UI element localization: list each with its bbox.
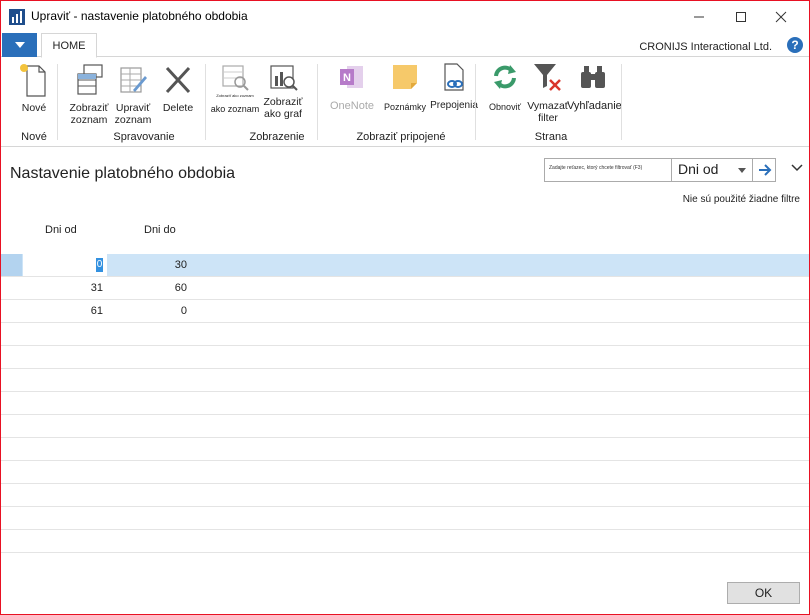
- selected-cell-text[interactable]: 0: [96, 258, 103, 272]
- refresh-button[interactable]: Obnoviť: [483, 62, 527, 113]
- group-label-zobrazenie: Zobrazenie: [249, 131, 305, 143]
- delete-button[interactable]: Delete: [157, 62, 199, 114]
- onenote-button[interactable]: N OneNote: [325, 62, 379, 112]
- view-as-list-button[interactable]: Zobraziť ako zoznam ako zoznam: [209, 62, 261, 115]
- cell-dni-do[interactable]: 0: [109, 305, 187, 317]
- group-separator: [621, 64, 622, 140]
- column-header-dni-do[interactable]: Dni do: [144, 224, 176, 236]
- caret-down-icon: [14, 42, 25, 48]
- filter-box: Zadajte reťazec, ktorý chcete filtrovať …: [544, 158, 776, 182]
- cell-dni-od[interactable]: 31: [23, 282, 103, 294]
- chevron-down-icon: [738, 168, 746, 173]
- notes-button[interactable]: Poznámky: [381, 62, 429, 113]
- collapse-chevron-icon[interactable]: [791, 164, 803, 172]
- empty-row[interactable]: [1, 484, 809, 507]
- row-selector[interactable]: [1, 254, 22, 276]
- arrow-right-icon: [759, 164, 772, 176]
- new-button[interactable]: Nové: [15, 62, 53, 114]
- empty-row[interactable]: [1, 369, 809, 392]
- window-title: Upraviť - nastavenie platobného obdobia: [31, 9, 248, 23]
- app-chart-icon: [9, 9, 25, 25]
- data-grid: 0 30 31 60 61 0: [1, 254, 809, 553]
- onenote-icon: N: [340, 66, 363, 88]
- filter-status-text: Nie sú použité žiadne filtre: [682, 194, 800, 205]
- group-label-zobrazit-pripojene: Zobraziť pripojené: [356, 131, 446, 143]
- edit-list-icon: [120, 67, 147, 93]
- clear-filter-icon: [534, 64, 561, 91]
- group-label-spravovanie: Spravovanie: [113, 131, 175, 143]
- view-chart-magnifier-icon: [270, 65, 298, 91]
- links-button[interactable]: Prepojenia: [429, 62, 479, 112]
- tab-home[interactable]: HOME: [41, 33, 97, 58]
- table-row[interactable]: 31 60: [1, 277, 809, 300]
- refresh-icon: [494, 65, 516, 89]
- new-document-icon: [20, 64, 46, 97]
- filter-input[interactable]: Zadajte reťazec, ktorý chcete filtrovať …: [549, 165, 642, 171]
- cell-dni-od[interactable]: 61: [23, 305, 103, 317]
- empty-row[interactable]: [1, 392, 809, 415]
- link-document-icon: [444, 63, 464, 91]
- file-menu-button[interactable]: [2, 33, 37, 57]
- show-list-button[interactable]: Zobraziť zoznam: [65, 62, 113, 126]
- group-label-nove: Nové: [21, 131, 47, 143]
- svg-text:N: N: [343, 72, 351, 84]
- close-icon: [775, 11, 787, 22]
- group-separator: [57, 64, 58, 140]
- close-button[interactable]: [763, 1, 799, 32]
- empty-row[interactable]: [1, 461, 809, 484]
- empty-row[interactable]: [1, 323, 809, 346]
- empty-row[interactable]: [1, 530, 809, 553]
- delete-x-icon: [165, 66, 191, 94]
- group-separator: [205, 64, 206, 140]
- empty-row[interactable]: [1, 507, 809, 530]
- empty-row[interactable]: [1, 346, 809, 369]
- clear-filter-button[interactable]: Vymazať filter: [527, 62, 569, 124]
- ribbon-tab-strip: HOME CRONIJS Interactional Ltd. ?: [1, 32, 809, 58]
- apply-filter-button[interactable]: [752, 158, 777, 182]
- page-title: Nastavenie platobného obdobia: [10, 165, 236, 182]
- column-header-dni-od[interactable]: Dni od: [45, 224, 77, 236]
- company-name[interactable]: CRONIJS Interactional Ltd.: [639, 41, 772, 53]
- group-label-strana: Strana: [534, 131, 568, 143]
- maximize-icon: [736, 11, 746, 22]
- sticky-note-icon: [393, 65, 417, 89]
- cell-dni-do[interactable]: 30: [109, 259, 187, 271]
- ribbon: Nové Nové Zobraziť zoznam Upraviť zoznam…: [1, 58, 809, 147]
- group-separator: [317, 64, 318, 140]
- title-bar: Upraviť - nastavenie platobného obdobia: [1, 1, 809, 32]
- dialog-window: Upraviť - nastavenie platobného obdobia …: [0, 0, 810, 615]
- binoculars-icon: [581, 66, 605, 88]
- view-as-chart-button[interactable]: Zobraziť ako graf: [261, 62, 305, 120]
- help-icon[interactable]: ?: [787, 37, 803, 53]
- cell-dni-do[interactable]: 60: [109, 282, 187, 294]
- ok-button[interactable]: OK: [727, 582, 800, 604]
- find-button[interactable]: Vyhľadanie: [567, 62, 622, 112]
- show-list-icon: [77, 64, 103, 95]
- minimize-button[interactable]: [681, 1, 717, 32]
- maximize-button[interactable]: [723, 1, 759, 32]
- minimize-icon: [694, 16, 704, 17]
- group-separator: [475, 64, 476, 140]
- edit-list-button[interactable]: Upraviť zoznam: [113, 62, 153, 126]
- empty-row[interactable]: [1, 415, 809, 438]
- table-row[interactable]: 61 0: [1, 300, 809, 323]
- table-row[interactable]: 0 30: [1, 254, 809, 277]
- empty-row[interactable]: [1, 438, 809, 461]
- editing-cell[interactable]: 0: [23, 254, 107, 276]
- view-list-magnifier-icon: [222, 65, 249, 91]
